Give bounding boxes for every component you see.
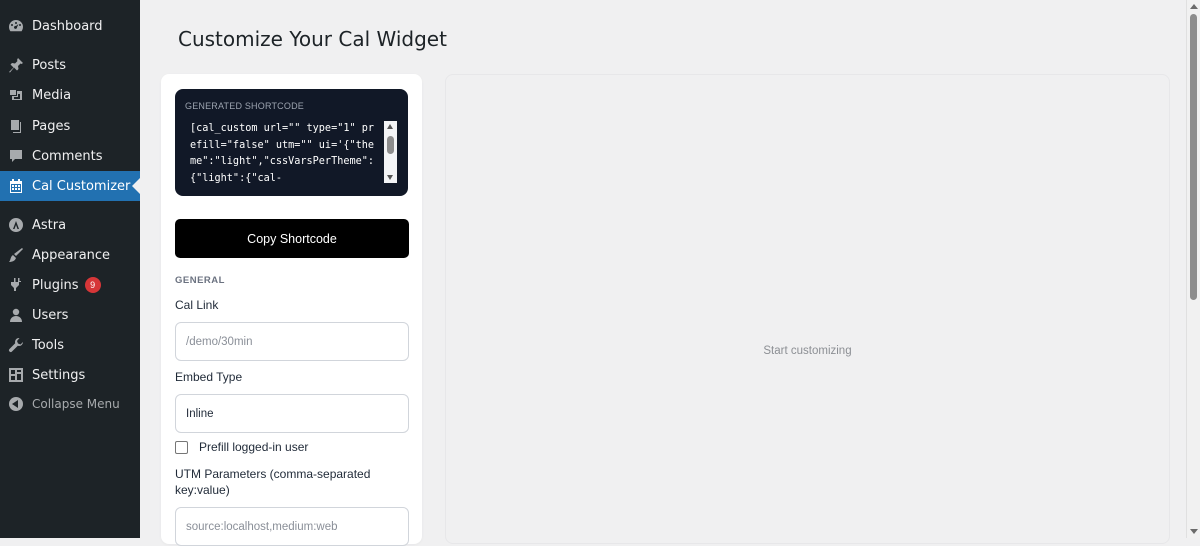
sidebar-item-settings[interactable]: Settings [0, 360, 140, 390]
sidebar-item-media[interactable]: Media [0, 80, 140, 110]
sidebar-item-cal-customizer[interactable]: Cal Customizer [0, 171, 140, 201]
brush-icon [8, 247, 24, 263]
plugin-icon [8, 277, 24, 293]
sidebar-item-label: Plugins [32, 277, 79, 293]
embed-type-label: Embed Type [175, 370, 243, 384]
pages-icon [8, 118, 24, 134]
page-title: Customize Your Cal Widget [178, 27, 447, 51]
cal-link-label: Cal Link [175, 298, 219, 312]
wrench-icon [8, 337, 24, 353]
scroll-down-arrow-icon[interactable] [1190, 529, 1198, 534]
sidebar-item-comments[interactable]: Comments [0, 141, 140, 171]
sidebar-item-appearance[interactable]: Appearance [0, 240, 140, 270]
scroll-down-arrow-icon[interactable] [387, 175, 393, 180]
prefill-label: Prefill logged-in user [199, 440, 309, 454]
settings-icon [8, 367, 24, 383]
user-icon [8, 307, 24, 323]
media-icon [8, 87, 24, 103]
shortcode-textarea[interactable]: [cal_custom url="" type="1" prefill="fal… [190, 121, 378, 183]
page-scroll-thumb[interactable] [1190, 14, 1197, 300]
scroll-up-arrow-icon[interactable] [1190, 4, 1198, 9]
section-heading-general: GENERAL [175, 275, 225, 286]
sidebar-item-label: Astra [32, 217, 67, 233]
sidebar-item-posts[interactable]: Posts [0, 50, 140, 80]
settings-panel: GENERATED SHORTCODE [cal_custom url="" t… [161, 74, 422, 546]
plugins-update-badge: 9 [84, 277, 101, 293]
page-scrollbar[interactable] [1186, 0, 1200, 538]
scroll-up-arrow-icon[interactable] [387, 124, 393, 129]
collapse-menu-button[interactable]: Collapse Menu [0, 389, 140, 419]
dashboard-icon [8, 18, 24, 34]
shortcode-label: GENERATED SHORTCODE [185, 101, 304, 111]
embed-type-select[interactable]: Inline [175, 394, 409, 433]
sidebar-item-pages[interactable]: Pages [0, 111, 140, 141]
main-content: Customize Your Cal Widget GENERATED SHOR… [140, 0, 1186, 546]
sidebar-item-label: Settings [32, 367, 86, 383]
sidebar-item-label: Posts [32, 57, 66, 73]
astra-icon [8, 217, 24, 233]
sidebar-item-label: Appearance [32, 247, 111, 263]
sidebar-item-label: Dashboard [32, 18, 103, 34]
admin-sidebar: Dashboard Posts Media Pages Comments Cal… [0, 0, 140, 538]
sidebar-item-plugins[interactable]: Plugins 9 [0, 270, 140, 300]
scroll-thumb[interactable] [387, 136, 394, 154]
shortcode-output-box: GENERATED SHORTCODE [cal_custom url="" t… [175, 89, 408, 196]
utm-input[interactable]: source:localhost,medium:web [175, 507, 409, 546]
calendar-icon [8, 178, 24, 194]
sidebar-item-astra[interactable]: Astra [0, 210, 140, 240]
sidebar-item-tools[interactable]: Tools [0, 330, 140, 360]
prefill-checkbox[interactable] [175, 440, 188, 454]
sidebar-item-users[interactable]: Users [0, 300, 140, 330]
sidebar-item-label: Users [32, 307, 69, 323]
sidebar-item-label: Media [32, 87, 72, 103]
sidebar-item-dashboard[interactable]: Dashboard [0, 11, 140, 41]
preview-placeholder: Start customizing [763, 345, 852, 357]
preview-area: Start customizing [445, 74, 1170, 544]
sidebar-item-label: Tools [32, 337, 65, 353]
sidebar-item-label: Collapse Menu [32, 397, 120, 411]
comment-icon [8, 148, 24, 164]
utm-label: UTM Parameters (comma-separated key:valu… [175, 467, 371, 497]
pin-icon [8, 57, 24, 73]
shortcode-scrollbar[interactable] [384, 121, 397, 183]
sidebar-item-label: Comments [32, 148, 103, 164]
prefill-row: Prefill logged-in user [175, 440, 308, 454]
copy-shortcode-button[interactable]: Copy Shortcode [175, 219, 409, 258]
sidebar-item-label: Pages [32, 118, 71, 134]
sidebar-item-label: Cal Customizer [32, 178, 131, 194]
cal-link-input[interactable]: /demo/30min [175, 322, 409, 361]
collapse-icon [8, 396, 24, 412]
